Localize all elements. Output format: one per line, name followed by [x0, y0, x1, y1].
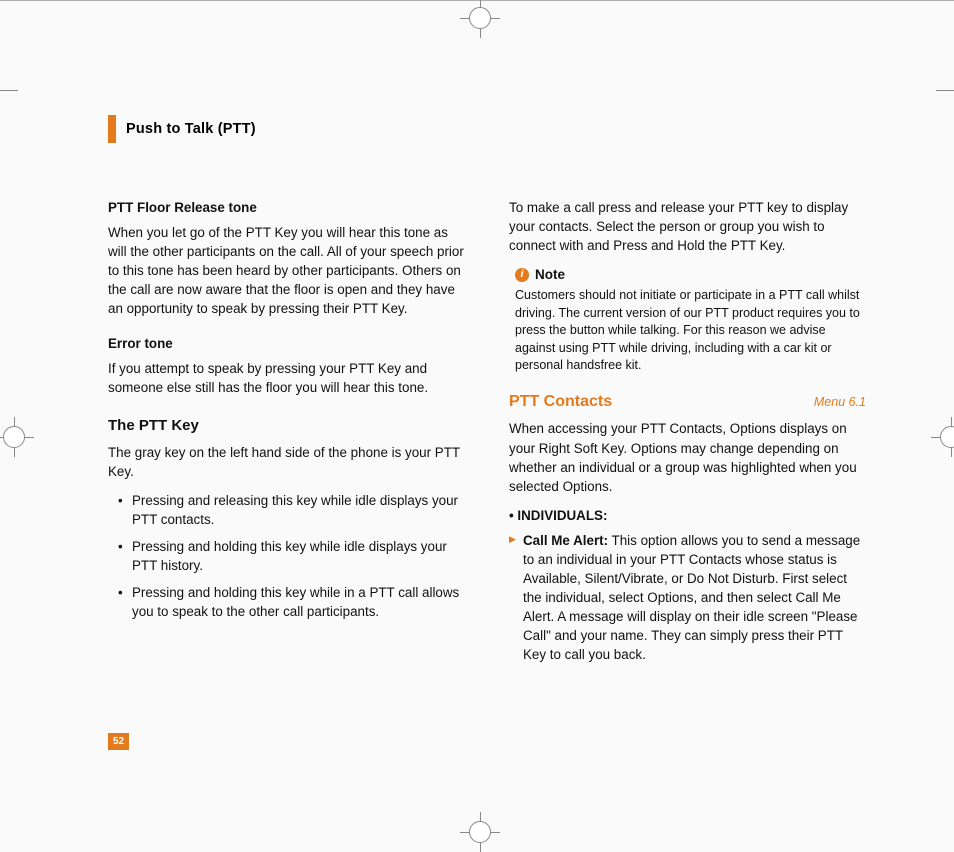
paragraph: When you let go of the PTT Key you will … — [108, 223, 465, 318]
option-description: This option allows you to send a message… — [523, 533, 860, 662]
left-column: PTT Floor Release tone When you let go o… — [108, 198, 465, 672]
registration-mark-left — [0, 417, 34, 457]
subheading-individuals: • INDIVIDUALS: — [509, 506, 866, 525]
paragraph: When accessing your PTT Contacts, Option… — [509, 419, 866, 495]
info-icon: i — [515, 268, 529, 282]
list-item: Pressing and holding this key while in a… — [118, 583, 465, 621]
registration-mark-bottom — [460, 812, 500, 852]
menu-reference: Menu 6.1 — [814, 394, 866, 412]
option-item-call-me-alert: Call Me Alert: This option allows you to… — [509, 531, 866, 664]
crop-tick — [936, 90, 954, 91]
heading-ptt-key: The PTT Key — [108, 415, 465, 436]
section-title-ptt-contacts: PTT Contacts — [509, 391, 612, 414]
section-header: Push to Talk (PTT) — [108, 115, 866, 143]
option-label: Call Me Alert: — [523, 533, 608, 548]
paragraph: The gray key on the left hand side of th… — [108, 443, 465, 481]
crop-tick — [0, 90, 18, 91]
right-column: To make a call press and release your PT… — [509, 198, 866, 672]
list-item: Pressing and releasing this key while id… — [118, 491, 465, 529]
header-accent-bar — [108, 115, 116, 143]
page-content: Push to Talk (PTT) PTT Floor Release ton… — [108, 115, 866, 672]
paragraph: If you attempt to speak by pressing your… — [108, 359, 465, 397]
subheading-floor-release: PTT Floor Release tone — [108, 198, 465, 217]
bullet-list: Pressing and releasing this key while id… — [108, 491, 465, 621]
subheading-error-tone: Error tone — [108, 334, 465, 353]
header-title: Push to Talk (PTT) — [126, 121, 256, 137]
paragraph: To make a call press and release your PT… — [509, 198, 866, 255]
list-item: Pressing and holding this key while idle… — [118, 537, 465, 575]
registration-mark-right — [931, 417, 954, 457]
page-number: 52 — [108, 733, 129, 750]
registration-mark-top — [460, 0, 500, 38]
note-label: Note — [535, 265, 565, 284]
note-callout: i Note Customers should not initiate or … — [515, 265, 866, 375]
note-text: Customers should not initiate or partici… — [515, 287, 866, 375]
section-heading-row: PTT Contacts Menu 6.1 — [509, 391, 866, 414]
